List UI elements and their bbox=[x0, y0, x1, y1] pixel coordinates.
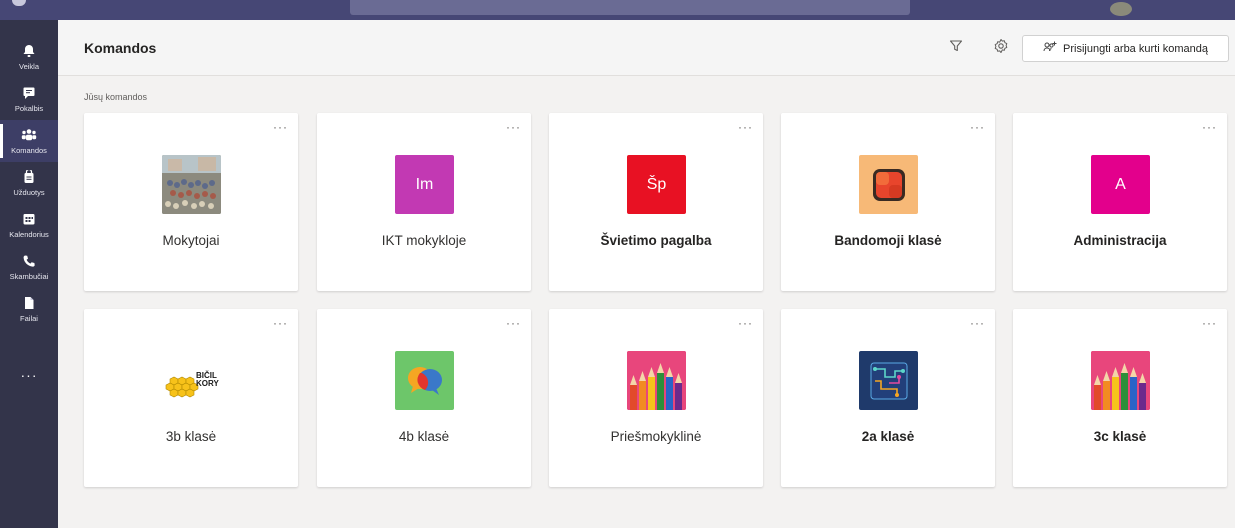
rail-item-uzduotys[interactable]: Užduotys bbox=[0, 162, 58, 204]
filter-icon[interactable] bbox=[948, 38, 964, 54]
team-name: Administracija bbox=[1073, 233, 1167, 248]
assignments-icon bbox=[0, 168, 58, 186]
bell-icon bbox=[0, 44, 58, 60]
pencils-tile bbox=[627, 351, 686, 410]
team-name: Mokytojai bbox=[162, 233, 220, 248]
rail-label: Pokalbis bbox=[14, 104, 44, 113]
bees-logo-tile: BIČIL KORY bbox=[162, 351, 221, 410]
chat-bubbles-tile bbox=[395, 351, 454, 410]
team-name: 2a klasė bbox=[861, 429, 915, 444]
rail-item-skambuciai[interactable]: Skambučiai bbox=[0, 246, 58, 288]
team-card[interactable]: ··· 3c klasė bbox=[1013, 309, 1227, 487]
more-options-icon[interactable]: ··· bbox=[506, 317, 521, 329]
rail-item-veikla[interactable]: Veikla bbox=[0, 36, 58, 78]
more-options-icon[interactable]: ··· bbox=[738, 317, 753, 329]
files-icon bbox=[0, 296, 58, 312]
team-card[interactable]: ··· 2a klasė bbox=[781, 309, 995, 487]
rail-label: Komandos bbox=[11, 146, 47, 155]
more-options-icon[interactable]: ··· bbox=[970, 317, 985, 329]
add-team-icon bbox=[1043, 41, 1057, 56]
more-options-icon[interactable]: ··· bbox=[273, 317, 288, 329]
search-bar[interactable] bbox=[350, 0, 910, 15]
team-photo-tile bbox=[162, 155, 221, 214]
team-card[interactable]: ··· Mokytojai bbox=[84, 113, 298, 291]
calendar-icon bbox=[0, 212, 58, 228]
rail-label: Veikla bbox=[18, 62, 39, 71]
rail-label: Skambučiai bbox=[9, 272, 49, 281]
section-label: Jūsų komandos bbox=[84, 92, 148, 102]
svg-text:KORY: KORY bbox=[196, 379, 219, 388]
join-or-create-team-button[interactable]: Prisijungti arba kurti komandą bbox=[1022, 35, 1229, 62]
rail-item-pokalbis[interactable]: Pokalbis bbox=[0, 78, 58, 120]
team-card[interactable]: ··· Bandomoji klasė bbox=[781, 113, 995, 291]
team-initials-tile: Im bbox=[395, 155, 454, 214]
team-name: 3c klasė bbox=[1093, 429, 1147, 444]
team-name: Priešmokyklinė bbox=[610, 429, 702, 444]
team-name: Bandomoji klasė bbox=[834, 233, 942, 248]
more-options-icon[interactable]: ··· bbox=[970, 121, 985, 133]
more-options-icon[interactable]: ··· bbox=[738, 121, 753, 133]
team-name: Švietimo pagalba bbox=[600, 233, 712, 248]
team-card[interactable]: ··· A Administracija bbox=[1013, 113, 1227, 291]
chat-icon bbox=[0, 86, 58, 102]
team-card[interactable]: ··· Im IKT mokykloje bbox=[317, 113, 531, 291]
app-rail: Veikla Pokalbis Komandos Užduotys Kalend… bbox=[0, 20, 58, 528]
rail-label: Failai bbox=[20, 314, 38, 323]
more-options-icon[interactable]: ··· bbox=[1202, 121, 1217, 133]
page-title: Komandos bbox=[84, 40, 157, 56]
more-options-icon[interactable]: ··· bbox=[506, 121, 521, 133]
team-card[interactable]: ··· 4b klasė bbox=[317, 309, 531, 487]
team-card[interactable]: ··· Priešmokyklinė bbox=[549, 309, 763, 487]
team-name: IKT mokykloje bbox=[381, 233, 467, 248]
teams-header: Komandos Prisijungti arba kurti komandą bbox=[58, 20, 1235, 76]
team-name: 4b klasė bbox=[398, 429, 450, 444]
circuit-tile bbox=[859, 351, 918, 410]
rail-label: Kalendorius bbox=[9, 230, 49, 239]
app-launcher-icon[interactable] bbox=[12, 0, 26, 6]
team-card[interactable]: ··· Šp Švietimo pagalba bbox=[549, 113, 763, 291]
team-initials-tile: Šp bbox=[627, 155, 686, 214]
rail-item-kalendorius[interactable]: Kalendorius bbox=[0, 204, 58, 246]
more-apps-button[interactable]: ··· bbox=[0, 368, 58, 382]
more-options-icon[interactable]: ··· bbox=[1202, 317, 1217, 329]
gear-icon[interactable] bbox=[993, 38, 1009, 54]
pencils-tile bbox=[1091, 351, 1150, 410]
rail-item-komandos[interactable]: Komandos bbox=[0, 120, 58, 162]
team-icon-tile bbox=[859, 155, 918, 214]
teams-icon bbox=[0, 128, 58, 144]
team-card[interactable]: ··· BIČIL KORY 3b klasė bbox=[84, 309, 298, 487]
team-initials-tile: A bbox=[1091, 155, 1150, 214]
team-name: 3b klasė bbox=[165, 429, 217, 444]
more-options-icon[interactable]: ··· bbox=[273, 121, 288, 133]
top-bar bbox=[0, 0, 1235, 20]
rail-item-failai[interactable]: Failai bbox=[0, 288, 58, 330]
phone-icon bbox=[0, 254, 58, 270]
join-button-label: Prisijungti arba kurti komandą bbox=[1063, 42, 1208, 55]
rail-label: Užduotys bbox=[13, 188, 45, 197]
avatar[interactable] bbox=[1110, 2, 1132, 16]
